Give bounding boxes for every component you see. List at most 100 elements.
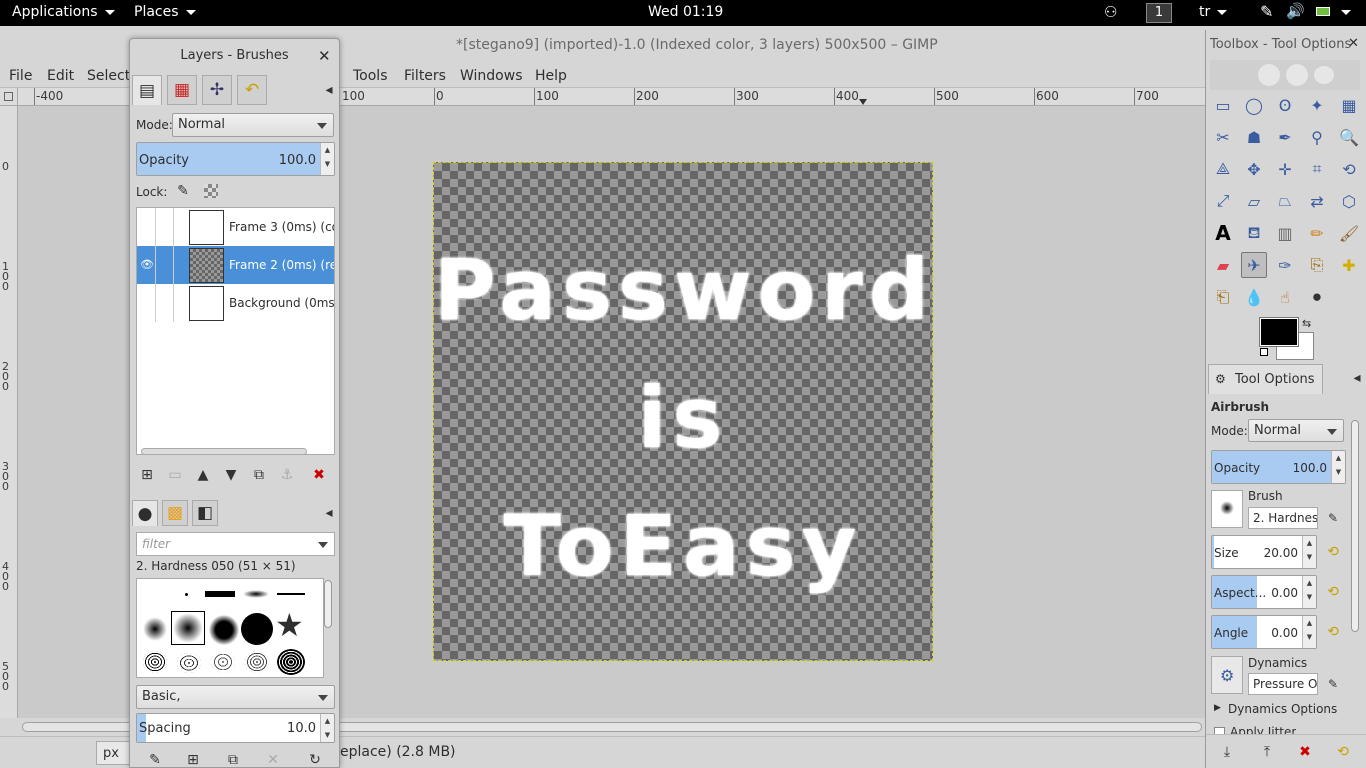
pen-icon[interactable]: ✎ bbox=[1260, 2, 1273, 21]
lower-layer-icon[interactable]: ▼ bbox=[220, 464, 242, 486]
restore-options-icon[interactable]: ⤒ bbox=[1256, 741, 1278, 763]
tool-options-scrollbar[interactable] bbox=[1351, 420, 1359, 632]
tool-mode-select[interactable]: Normal bbox=[1248, 419, 1344, 442]
brush-swatch-selected[interactable] bbox=[171, 611, 205, 645]
brush-swatch[interactable] bbox=[211, 651, 235, 673]
applications-menu[interactable]: Applications bbox=[12, 4, 115, 20]
system-menu[interactable] bbox=[1334, 4, 1351, 20]
measure-tool-icon[interactable]: ⟁ bbox=[1210, 156, 1236, 182]
pencil-tool-icon[interactable]: ✏ bbox=[1304, 220, 1330, 246]
channels-tab-icon[interactable]: ▦ bbox=[167, 75, 197, 105]
brush-swatch[interactable] bbox=[209, 615, 239, 645]
refresh-brushes-icon[interactable]: ↻ bbox=[304, 749, 326, 767]
ruler-corner[interactable] bbox=[0, 88, 18, 106]
gradients-tab-icon[interactable]: ◧ bbox=[192, 500, 218, 526]
clone-tool-icon[interactable]: ⎘ bbox=[1304, 252, 1330, 278]
edit-brush-icon[interactable]: ✎ bbox=[144, 749, 166, 767]
brush-grid-scrollbar[interactable] bbox=[324, 580, 332, 628]
spin-buttons[interactable]: ▲ ▼ bbox=[320, 143, 334, 175]
paths-tool-icon[interactable]: ✒ bbox=[1272, 124, 1298, 150]
align-tool-icon[interactable]: ✛ bbox=[1272, 156, 1298, 182]
flip-tool-icon[interactable]: ⇄ bbox=[1304, 188, 1330, 214]
brush-tag-select[interactable]: Basic, bbox=[136, 685, 335, 709]
tool-opacity-slider[interactable]: Opacity 100.0 ▲ ▼ bbox=[1211, 450, 1346, 484]
eye-icon[interactable]: 👁 bbox=[140, 258, 154, 271]
lock-pixels-icon[interactable]: ✎ bbox=[172, 180, 194, 202]
move-tool-icon[interactable]: ✥ bbox=[1241, 156, 1267, 182]
brush-name-field[interactable]: 2. Hardness bbox=[1248, 507, 1318, 529]
menu-windows[interactable]: Windows bbox=[460, 68, 523, 84]
dock-menu-icon[interactable]: ◂ bbox=[318, 502, 339, 524]
scale-tool-icon[interactable]: ⤢ bbox=[1210, 188, 1236, 214]
menu-select[interactable]: Select bbox=[87, 68, 130, 84]
places-menu[interactable]: Places bbox=[134, 4, 196, 20]
blur-tool-icon[interactable]: 💧 bbox=[1241, 284, 1267, 310]
menu-tools[interactable]: Tools bbox=[353, 68, 388, 84]
delete-layer-icon[interactable]: ✖ bbox=[308, 464, 330, 486]
anchor-layer-icon[interactable]: ⚓ bbox=[276, 464, 298, 486]
brush-aspect-slider[interactable]: Aspect... 0.00 ▲ ▼ bbox=[1211, 575, 1317, 609]
edit-dynamics-icon[interactable]: ✎ bbox=[1322, 673, 1344, 695]
expander-icon[interactable]: ▶ bbox=[1214, 703, 1221, 713]
bucket-fill-tool-icon[interactable]: ⛾ bbox=[1241, 220, 1267, 246]
reset-options-icon[interactable]: ⟲ bbox=[1332, 741, 1354, 763]
dodge-burn-tool-icon[interactable]: ⚫ bbox=[1304, 284, 1330, 310]
blend-tool-icon[interactable]: ▥ bbox=[1272, 220, 1298, 246]
battery-icon[interactable] bbox=[1316, 7, 1330, 16]
brushes-tab-icon[interactable]: ● bbox=[132, 500, 158, 526]
zoom-tool-icon[interactable]: 🔍 bbox=[1336, 124, 1362, 150]
close-icon[interactable]: ✕ bbox=[318, 47, 331, 65]
brush-swatch[interactable] bbox=[205, 591, 235, 597]
layer-mode-select[interactable]: Normal bbox=[172, 113, 334, 137]
menu-filters[interactable]: Filters bbox=[404, 68, 446, 84]
brush-swatch[interactable] bbox=[277, 649, 305, 675]
patterns-tab-icon[interactable]: ▩ bbox=[162, 500, 188, 526]
clock[interactable]: Wed 01:19 bbox=[648, 4, 723, 20]
brush-swatch[interactable] bbox=[177, 653, 201, 673]
duplicate-layer-icon[interactable]: ⧉ bbox=[248, 464, 270, 486]
raise-layer-icon[interactable]: ▲ bbox=[192, 464, 214, 486]
layers-tab-icon[interactable]: ▤ bbox=[132, 75, 162, 105]
dock-title[interactable]: Layers - Brushes bbox=[130, 39, 339, 73]
lock-alpha-icon[interactable] bbox=[204, 184, 218, 198]
spin-buttons[interactable]: ▲ ▼ bbox=[1302, 576, 1316, 608]
default-colors-icon[interactable] bbox=[1260, 348, 1268, 356]
delete-options-icon[interactable]: ✖ bbox=[1294, 741, 1316, 763]
brush-preview[interactable] bbox=[1211, 490, 1243, 528]
paths-tab-icon[interactable]: ✢ bbox=[202, 75, 232, 105]
toolbox-title[interactable]: Toolbox - Tool Options bbox=[1210, 37, 1351, 52]
tab-tool-options[interactable]: ⚙ Tool Options bbox=[1208, 364, 1323, 394]
delete-brush-icon[interactable]: ✕ bbox=[262, 749, 284, 767]
layer-opacity-slider[interactable]: Opacity 100.0 ▲ ▼ bbox=[136, 142, 335, 176]
spin-buttons[interactable]: ▲ ▼ bbox=[1331, 451, 1345, 483]
select-by-color-tool-icon[interactable]: ▦ bbox=[1336, 92, 1362, 118]
brush-swatch[interactable] bbox=[143, 617, 167, 641]
brush-angle-slider[interactable]: Angle 0.00 ▲ ▼ bbox=[1211, 615, 1317, 649]
scissors-tool-icon[interactable]: ✂ bbox=[1210, 124, 1236, 150]
spin-buttons[interactable]: ▲ ▼ bbox=[1302, 536, 1316, 568]
undo-history-tab-icon[interactable]: ↶ bbox=[237, 75, 267, 105]
dynamics-field[interactable]: Pressure Op bbox=[1248, 673, 1318, 695]
menu-edit[interactable]: Edit bbox=[47, 68, 74, 84]
brush-size-slider[interactable]: Size 20.00 ▲ ▼ bbox=[1211, 535, 1317, 569]
shear-tool-icon[interactable]: ▱ bbox=[1241, 188, 1267, 214]
rect-select-tool-icon[interactable]: ▭ bbox=[1210, 92, 1236, 118]
crop-tool-icon[interactable]: ⌗ bbox=[1304, 156, 1330, 182]
vertical-ruler[interactable]: 0 1 0 0 2 0 0 3 0 0 4 0 0 5 0 0 bbox=[0, 106, 18, 718]
dynamics-options-expander[interactable]: Dynamics Options bbox=[1228, 702, 1337, 716]
foreground-select-tool-icon[interactable]: ☗ bbox=[1241, 124, 1267, 150]
layer-row[interactable]: 👁 Frame 2 (0ms) (repla bbox=[137, 246, 334, 284]
ink-tool-icon[interactable]: ✑ bbox=[1272, 252, 1298, 278]
wilber-drop-area[interactable] bbox=[1210, 60, 1360, 90]
layer-row[interactable]: Background (0ms) bbox=[137, 284, 334, 322]
close-icon[interactable]: ✕ bbox=[1348, 36, 1359, 51]
foreground-color-swatch[interactable] bbox=[1259, 317, 1299, 347]
color-picker-tool-icon[interactable]: ⚲ bbox=[1304, 124, 1330, 150]
perspective-tool-icon[interactable]: ⏢ bbox=[1272, 188, 1298, 214]
new-layer-group-icon[interactable]: ▭ bbox=[164, 464, 186, 486]
smudge-tool-icon[interactable]: ☝ bbox=[1272, 284, 1298, 310]
new-brush-icon[interactable]: ⊞ bbox=[182, 749, 204, 767]
text-tool-icon[interactable]: A bbox=[1210, 220, 1236, 246]
cage-transform-tool-icon[interactable]: ⬡ bbox=[1336, 188, 1362, 214]
volume-icon[interactable]: 🔊 bbox=[1286, 2, 1305, 20]
